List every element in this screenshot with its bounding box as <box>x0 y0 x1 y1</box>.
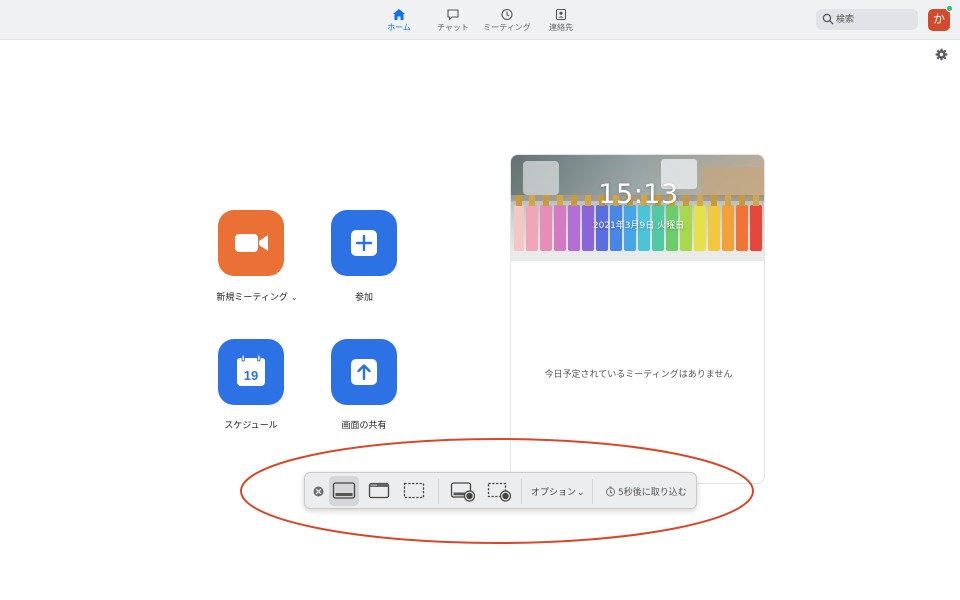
capture-entire-screen-button[interactable] <box>329 476 359 506</box>
no-meetings-message: 今日予定されているミーティングはありません <box>544 370 733 380</box>
timer-icon <box>606 486 615 497</box>
search-input[interactable] <box>836 11 914 28</box>
chat-icon <box>447 9 459 21</box>
new-meeting-button[interactable] <box>218 210 284 276</box>
calendar-icon: 19 <box>237 354 265 386</box>
toolbar-divider <box>438 479 439 504</box>
plus-icon <box>351 230 377 256</box>
search-icon <box>822 13 834 25</box>
gear-icon[interactable] <box>935 48 948 61</box>
upcoming-meetings-panel: 15:13 2021年3月9日 火曜日 今日予定されているミーティングはありませ… <box>510 154 765 484</box>
search-box[interactable] <box>816 9 918 30</box>
chevron-down-icon: ⌄ <box>577 488 585 498</box>
capture-selection-button[interactable] <box>399 476 429 506</box>
join-label: 参加 <box>354 293 373 303</box>
capture-entire-screen-icon <box>332 482 356 499</box>
new-meeting-text: 新規ミーティング <box>216 293 288 303</box>
capture-timer-button[interactable]: 5秒後に取り込む <box>605 485 687 498</box>
current-date: 2021年3月9日 火曜日 <box>592 221 685 231</box>
upload-arrow-icon <box>351 359 377 385</box>
screenshot-toolbar: オプション⌄ 5秒後に取り込む <box>304 472 697 509</box>
schedule-button[interactable]: 19 <box>218 339 284 405</box>
options-dropdown[interactable]: オプション⌄ <box>531 485 585 498</box>
record-selection-button[interactable] <box>483 476 513 506</box>
capture-window-icon <box>368 482 390 499</box>
clock-icon <box>501 8 513 21</box>
presence-status-dot <box>946 5 953 12</box>
home-icon <box>393 9 405 20</box>
calendar-day-number: 19 <box>244 368 258 383</box>
tab-contacts[interactable]: 連絡先 <box>529 6 593 36</box>
contacts-icon <box>555 8 567 21</box>
record-entire-screen-icon <box>450 482 476 502</box>
current-time: 15:13 <box>598 179 679 210</box>
new-meeting-label[interactable]: 新規ミーティング ⌄ <box>205 290 309 303</box>
chevron-down-icon[interactable]: ⌄ <box>291 293 298 302</box>
top-nav-bar: ホーム チャット ミーティング 連絡先 か <box>0 0 960 40</box>
close-icon[interactable] <box>313 486 324 497</box>
capture-window-button[interactable] <box>364 476 394 506</box>
avatar[interactable]: か <box>928 9 950 31</box>
schedule-label: スケジュール <box>224 421 278 431</box>
join-button[interactable] <box>331 210 397 276</box>
options-label: オプション <box>531 488 577 498</box>
record-entire-screen-button[interactable] <box>447 476 477 506</box>
toolbar-divider <box>592 479 593 504</box>
record-selection-icon <box>487 482 512 502</box>
video-camera-icon <box>235 234 268 252</box>
tab-contacts-label: 連絡先 <box>549 23 573 32</box>
share-screen-label: 画面の共有 <box>341 421 387 431</box>
share-screen-button[interactable] <box>331 339 397 405</box>
timer-label: 5秒後に取り込む <box>618 488 687 498</box>
toolbar-divider <box>521 479 522 504</box>
capture-selection-icon <box>403 482 425 499</box>
